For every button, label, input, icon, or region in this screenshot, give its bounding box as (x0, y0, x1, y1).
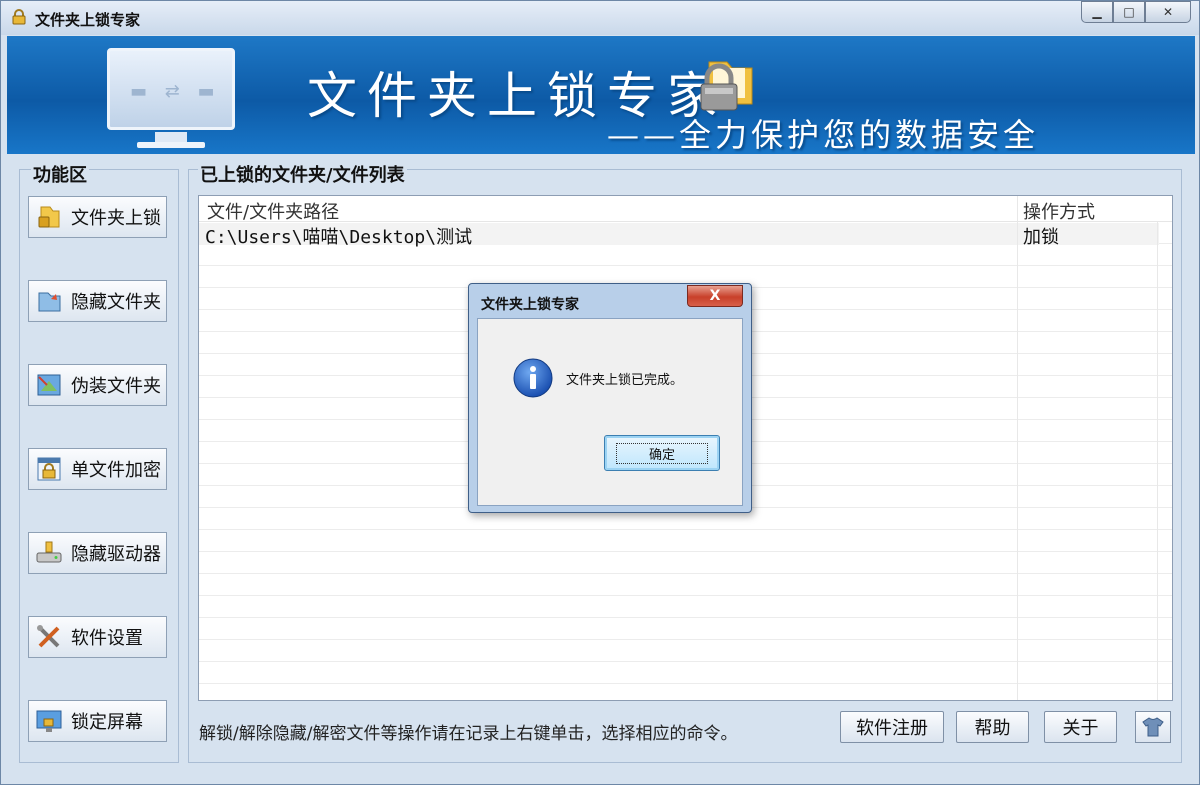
locked-list-title: 已上锁的文件夹/文件列表 (198, 161, 407, 187)
minimize-button[interactable]: ▁ (1081, 1, 1113, 23)
tools-icon (37, 625, 60, 648)
folder-lock-icon (700, 61, 753, 111)
close-icon: ✕ (1162, 5, 1174, 19)
close-icon: X (709, 288, 721, 304)
lock-screen-button[interactable]: 锁定屏幕 (28, 700, 167, 742)
file-encrypt-icon (37, 457, 61, 481)
hide-drive-icon (36, 541, 62, 563)
disguise-folder-label: 伪装文件夹 (71, 376, 161, 397)
info-icon (513, 358, 553, 398)
row-path: C:\Users\喵喵\Desktop\测试 (205, 227, 473, 248)
hide-folder-label: 隐藏文件夹 (71, 292, 161, 313)
dialog-message: 文件夹上锁已完成。 (566, 373, 684, 388)
close-button[interactable]: ✕ (1145, 1, 1191, 23)
ok-button[interactable]: 确定 (604, 435, 720, 471)
folder-lock-icon (38, 206, 60, 228)
folder-lock-label: 文件夹上锁 (71, 208, 161, 229)
table-header: 文件/文件夹路径 操作方式 (199, 196, 1172, 224)
dialog-title: 文件夹上锁专家 (481, 297, 579, 313)
skin-button[interactable] (1135, 711, 1171, 743)
minimize-icon: ▁ (1092, 5, 1102, 19)
folder-lock-button[interactable]: 文件夹上锁 (28, 196, 167, 238)
software-settings-label: 软件设置 (71, 628, 143, 649)
file-encrypt-button[interactable]: 单文件加密 (28, 448, 167, 490)
row-method: 加锁 (1023, 227, 1059, 248)
hide-drive-label: 隐藏驱动器 (71, 544, 161, 565)
register-button[interactable]: 软件注册 (840, 711, 944, 743)
maximize-button[interactable]: □ (1113, 1, 1145, 23)
monitor-icon: ▬ ⇄ ▬ (107, 48, 235, 130)
title-bar[interactable]: 文件夹上锁专家 ▁ □ ✕ (1, 1, 1199, 35)
function-panel-title: 功能区 (31, 161, 89, 187)
lock-screen-icon (36, 710, 62, 732)
app-banner: ▬ ⇄ ▬ 文件夹上锁专家 ——全力保护您的数据安全 (7, 36, 1195, 154)
lock-icon (12, 9, 26, 25)
column-header-path[interactable]: 文件/文件夹路径 (207, 198, 339, 224)
hide-folder-button[interactable]: 隐藏文件夹 (28, 280, 167, 322)
hide-drive-button[interactable]: 隐藏驱动器 (28, 532, 167, 574)
help-button[interactable]: 帮助 (956, 711, 1029, 743)
about-button[interactable]: 关于 (1044, 711, 1117, 743)
column-header-method[interactable]: 操作方式 (1023, 198, 1095, 224)
dialog-body: 文件夹上锁已完成。 确定 (477, 318, 743, 506)
disguise-folder-icon (37, 374, 61, 396)
file-encrypt-label: 单文件加密 (71, 460, 161, 481)
software-settings-button[interactable]: 软件设置 (28, 616, 167, 658)
dialog-close-button[interactable]: X (687, 285, 743, 307)
usage-hint: 解锁/解除隐藏/解密文件等操作请在记录上右键单击，选择相应的命令。 (199, 724, 738, 744)
lock-screen-label: 锁定屏幕 (71, 712, 143, 733)
shirt-icon (1142, 717, 1164, 737)
ok-label: 确定 (615, 442, 708, 464)
disguise-folder-button[interactable]: 伪装文件夹 (28, 364, 167, 406)
main-window: 文件夹上锁专家 ▁ □ ✕ ▬ ⇄ ▬ 文件夹上锁专家 ——全力保护您的数据安全… (0, 0, 1200, 785)
message-dialog: 文件夹上锁专家 X 文件夹上锁已完成。 确定 (468, 283, 752, 513)
banner-subtitle: ——全力保护您的数据安全 (607, 116, 1040, 154)
table-row[interactable]: C:\Users\喵喵\Desktop\测试 加锁 (199, 223, 1159, 248)
maximize-icon: □ (1123, 5, 1135, 19)
hide-folder-icon (38, 292, 61, 312)
window-title: 文件夹上锁专家 (35, 11, 141, 29)
